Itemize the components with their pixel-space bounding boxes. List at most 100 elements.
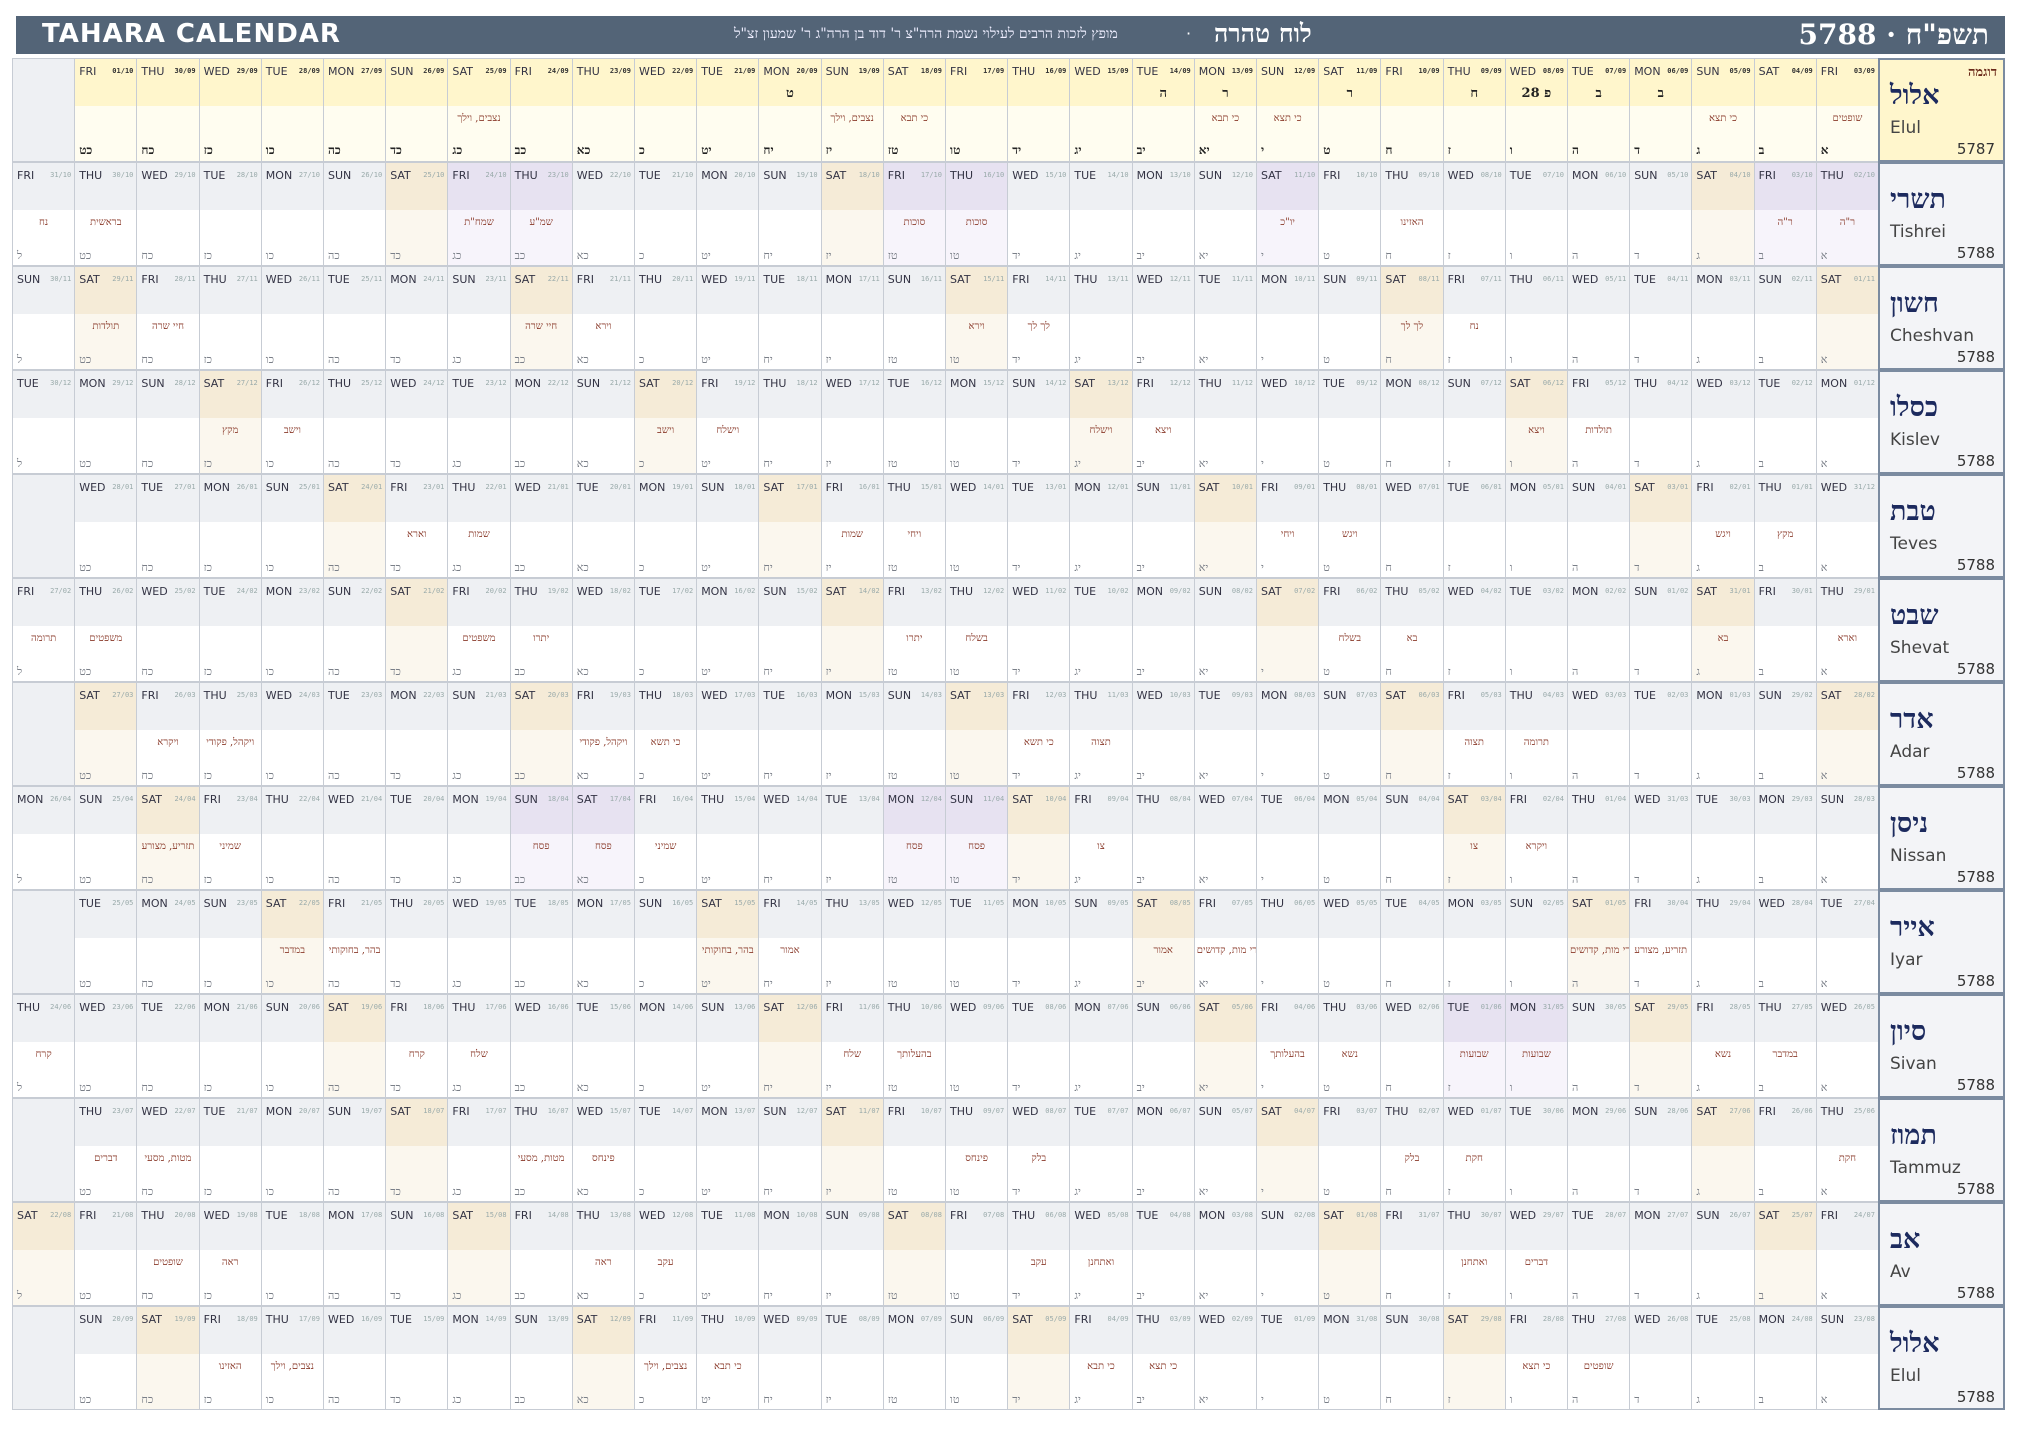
day-cell[interactable]: THU 29/04 ג — [1691, 890, 1755, 994]
day-cell[interactable]: FRI 17/07 כג — [447, 1098, 511, 1202]
day-cell[interactable]: TUE 14/09 ה יב — [1131, 58, 1195, 162]
day-cell[interactable]: SUN 12/10 יא — [1193, 162, 1257, 266]
day-cell[interactable]: MON 02/02 ה — [1567, 578, 1631, 682]
day-cell[interactable]: THU 10/06 בהעלותך טז — [882, 994, 946, 1098]
day-cell[interactable]: SUN 21/03 כג — [447, 682, 511, 786]
day-cell[interactable]: TUE 06/04 י — [1256, 786, 1320, 890]
day-cell[interactable]: SAT 14/02 יז — [820, 578, 884, 682]
day-cell[interactable]: FRI 26/12 וישב כו — [260, 370, 324, 474]
day-cell[interactable]: WED 16/06 כב — [509, 994, 573, 1098]
day-cell[interactable]: SUN 16/11 טז — [882, 266, 946, 370]
day-cell[interactable]: THU 08/04 יב — [1131, 786, 1195, 890]
day-cell[interactable]: MON 03/08 יא — [1193, 1202, 1257, 1306]
day-cell[interactable]: THU 23/10 שמ"ע כב — [509, 162, 573, 266]
day-cell[interactable]: SAT 27/03 כט — [74, 682, 138, 786]
day-cell[interactable]: SUN 26/07 ג — [1691, 1202, 1755, 1306]
day-cell[interactable]: MON 12/01 יג — [1069, 474, 1133, 578]
day-cell[interactable]: TUE 25/11 כה — [323, 266, 387, 370]
day-cell[interactable]: WED 08/07 בלק יד — [1007, 1098, 1071, 1202]
day-cell[interactable]: FRI 28/11 חיי שרה כח — [136, 266, 200, 370]
day-cell[interactable]: SUN 04/01 ה — [1567, 474, 1631, 578]
day-cell[interactable]: TUE 15/06 כא — [571, 994, 635, 1098]
day-cell[interactable]: MON 13/09 כי תבא ר יא — [1193, 58, 1257, 162]
day-cell[interactable]: TUE 27/01 כח — [136, 474, 200, 578]
day-cell[interactable]: MON 26/01 כז — [198, 474, 262, 578]
day-cell[interactable]: THU 03/06 נשא ט — [1318, 994, 1382, 1098]
day-cell[interactable]: FRI 23/04 שמיני כז — [198, 786, 262, 890]
day-cell[interactable]: TUE 16/03 יח — [758, 682, 822, 786]
day-cell[interactable]: SAT 20/03 כב — [509, 682, 573, 786]
day-cell[interactable]: WED 26/05 א — [1815, 994, 1879, 1098]
day-cell[interactable]: MON 29/03 ב — [1753, 786, 1817, 890]
day-cell[interactable]: SAT 13/03 טו — [945, 682, 1009, 786]
day-cell[interactable]: MON 14/06 כ — [634, 994, 698, 1098]
day-cell[interactable]: WED 04/02 ז — [1442, 578, 1506, 682]
day-cell[interactable]: WED 22/07 מטות, מסעי כח — [136, 1098, 200, 1202]
day-cell[interactable]: FRI 16/01 שמות יז — [820, 474, 884, 578]
day-cell[interactable]: WED 31/03 ד — [1629, 786, 1693, 890]
day-cell[interactable]: THU 15/04 יט — [696, 786, 760, 890]
day-cell[interactable]: WED 05/05 ט — [1318, 890, 1382, 994]
day-cell[interactable]: SAT 13/12 וישלח יג — [1069, 370, 1133, 474]
day-cell[interactable]: THU 05/02 בא ח — [1380, 578, 1444, 682]
day-cell[interactable]: SAT 25/10 כד — [385, 162, 449, 266]
day-cell[interactable]: TUE 18/11 יח — [758, 266, 822, 370]
day-cell[interactable]: MON 24/05 כח — [136, 890, 200, 994]
day-cell[interactable]: MON 06/10 ה — [1567, 162, 1631, 266]
day-cell[interactable]: WED 09/09 יח — [758, 1306, 822, 1410]
day-cell[interactable]: MON 22/12 כב — [509, 370, 573, 474]
day-cell[interactable]: FRI 02/04 ויקרא ו — [1504, 786, 1568, 890]
day-cell[interactable]: THU 16/10 סוכות טו — [945, 162, 1009, 266]
day-cell[interactable]: THU 09/07 פינחס טו — [945, 1098, 1009, 1202]
day-cell[interactable]: TUE 18/05 כב — [509, 890, 573, 994]
day-cell[interactable]: THU 02/07 בלק ח — [1380, 1098, 1444, 1202]
day-cell[interactable]: MON 20/09 ט יח — [758, 58, 822, 162]
day-cell[interactable]: SAT 28/02 א — [1815, 682, 1879, 786]
day-cell[interactable]: MON 10/11 י — [1256, 266, 1320, 370]
day-cell[interactable]: THU 18/03 כי תשא כ — [634, 682, 698, 786]
day-cell[interactable]: WED 05/11 ה — [1567, 266, 1631, 370]
day-cell[interactable]: MON 20/07 כו — [260, 1098, 324, 1202]
day-cell[interactable]: WED 19/05 כג — [447, 890, 511, 994]
day-cell[interactable]: FRI 23/01 וארא כד — [385, 474, 449, 578]
day-cell[interactable]: FRI 26/03 ויקרא כח — [136, 682, 200, 786]
day-cell[interactable]: SAT 24/04 תזריע, מצורע כח — [136, 786, 200, 890]
day-cell[interactable]: SUN 07/12 ז — [1442, 370, 1506, 474]
day-cell[interactable]: FRI 03/10 ר"ה ב — [1753, 162, 1817, 266]
day-cell[interactable]: FRI 19/03 ויקהל, פקודי כא — [571, 682, 635, 786]
day-cell[interactable]: WED 22/10 כא — [571, 162, 635, 266]
day-cell[interactable]: MON 14/09 כג — [447, 1306, 511, 1410]
day-cell[interactable]: MON 19/04 כג — [447, 786, 511, 890]
day-cell[interactable]: SUN 08/02 יא — [1193, 578, 1257, 682]
day-cell[interactable]: SAT 06/12 ויצא ו — [1504, 370, 1568, 474]
day-cell[interactable]: FRI 07/11 נח ז — [1442, 266, 1506, 370]
day-cell[interactable]: SAT 07/02 י — [1256, 578, 1320, 682]
day-cell[interactable]: WED 31/12 א — [1815, 474, 1879, 578]
day-cell[interactable]: THU 20/05 כד — [385, 890, 449, 994]
day-cell[interactable]: SAT 18/09 כי תבא טז — [882, 58, 946, 162]
day-cell[interactable]: TUE 21/10 כ — [634, 162, 698, 266]
day-cell[interactable]: FRI 12/03 כי תשא יד — [1007, 682, 1071, 786]
day-cell[interactable]: WED 21/04 כה — [323, 786, 387, 890]
day-cell[interactable]: SUN 13/06 יט — [696, 994, 760, 1098]
day-cell[interactable]: FRI 28/05 נשא ג — [1691, 994, 1755, 1098]
day-cell[interactable]: WED 03/03 ה — [1567, 682, 1631, 786]
day-cell[interactable]: WED 19/08 ראה כז — [198, 1202, 262, 1306]
day-cell[interactable]: MON 05/01 ו — [1504, 474, 1568, 578]
day-cell[interactable]: WED 15/10 יד — [1007, 162, 1071, 266]
day-cell[interactable]: MON 27/09 כה — [323, 58, 387, 162]
day-cell[interactable]: WED 07/04 יא — [1193, 786, 1257, 890]
day-cell[interactable]: SUN 30/08 ח — [1380, 1306, 1444, 1410]
day-cell[interactable]: FRI07/05אחרי מות, קדושיםיא — [1193, 890, 1257, 994]
day-cell[interactable]: THU 30/07 ואתחנן ז — [1442, 1202, 1506, 1306]
day-cell[interactable]: THU 24/06 קרח ל — [12, 994, 76, 1098]
day-cell[interactable]: WED 22/09 כ — [634, 58, 698, 162]
day-cell[interactable]: TUE 02/12 ב — [1753, 370, 1817, 474]
day-cell[interactable]: MON 26/04 ל — [12, 786, 76, 890]
day-cell[interactable]: SUN 02/05 ו — [1504, 890, 1568, 994]
day-cell[interactable]: WED 15/07 פינחס כא — [571, 1098, 635, 1202]
day-cell[interactable]: MON 15/03 יז — [820, 682, 884, 786]
day-cell[interactable]: WED 10/03 יב — [1131, 682, 1195, 786]
day-cell[interactable]: SAT 12/09 כא — [571, 1306, 635, 1410]
day-cell[interactable]: MON 08/12 ח — [1380, 370, 1444, 474]
